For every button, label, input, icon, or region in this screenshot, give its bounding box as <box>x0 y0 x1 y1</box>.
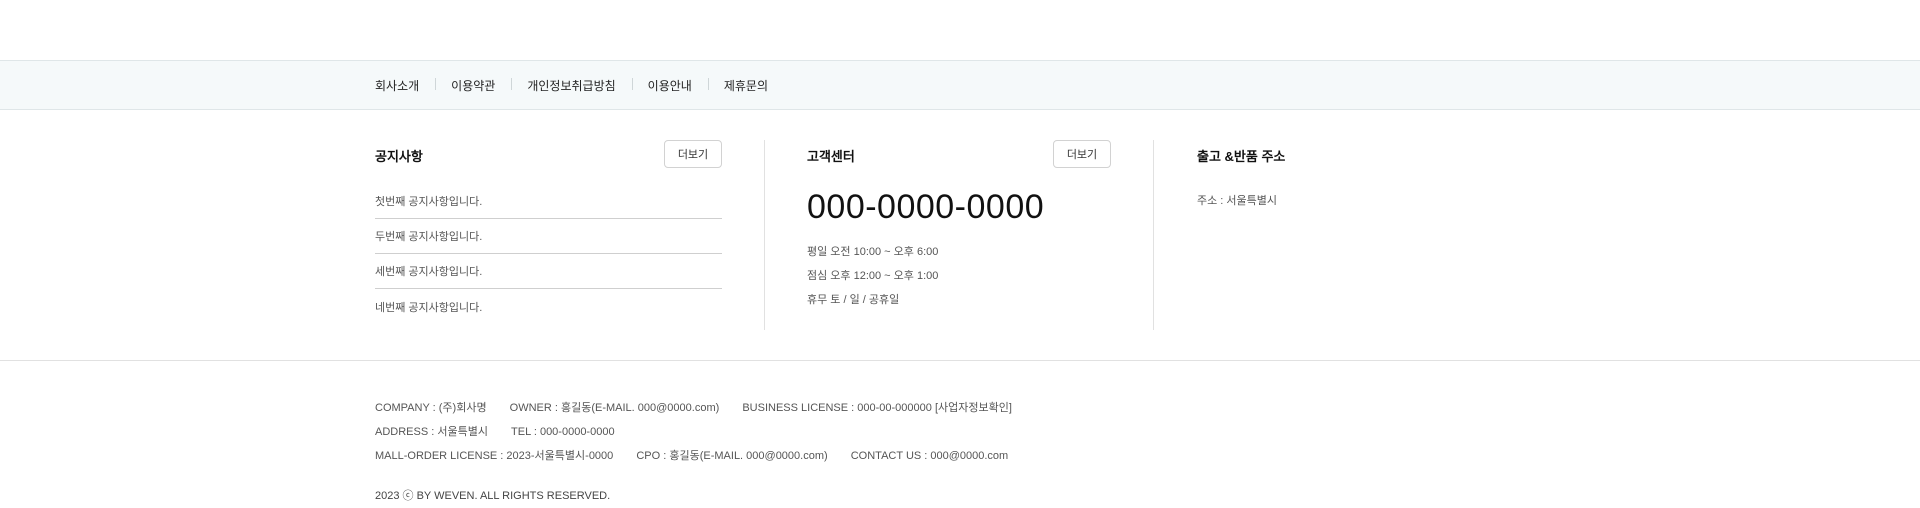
notice-title: 공지사항 <box>375 149 423 164</box>
company-cpo: CPO : 홍길동(E-MAIL. 000@0000.com) <box>636 450 828 462</box>
nav-link-company-intro[interactable]: 회사소개 <box>375 77 435 94</box>
company-owner: OWNER : 홍길동(E-MAIL. 000@0000.com) <box>509 402 720 414</box>
company-info-line-2: ADDRESS : 서울특별시 TEL : 000-0000-0000 <box>375 420 1032 444</box>
notice-item[interactable]: 두번째 공지사항입니다. <box>375 219 722 254</box>
company-info-line-3: MALL-ORDER LICENSE : 2023-서울특별시-0000 CPO… <box>375 444 1032 468</box>
column-divider <box>1153 140 1154 330</box>
return-address-title: 출고 &반품 주소 <box>1197 149 1286 164</box>
customer-center-phone: 000-0000-0000 <box>807 188 1045 226</box>
top-blank-area <box>0 0 1920 60</box>
footer-info-area: 공지사항 더보기 첫번째 공지사항입니다. 두번째 공지사항입니다. 세번째 공… <box>0 110 1920 360</box>
customer-center-title: 고객센터 <box>807 149 855 164</box>
return-address-text: 주소 : 서울특별시 <box>1197 195 1278 207</box>
notice-more-button[interactable]: 더보기 <box>664 140 722 168</box>
company-info: COMPANY : (주)회사명 OWNER : 홍길동(E-MAIL. 000… <box>375 396 1032 468</box>
company-contact: CONTACT US : 000@0000.com <box>850 450 1009 462</box>
footer-nav-links: 회사소개 이용약관 개인정보취급방침 이용안내 제휴문의 <box>375 61 784 109</box>
company-name: COMPANY : (주)회사명 <box>375 402 487 414</box>
footer-divider <box>0 360 1920 361</box>
nav-link-partnership[interactable]: 제휴문의 <box>707 77 784 94</box>
nav-link-usage-guide[interactable]: 이용안내 <box>631 77 708 94</box>
mall-order-license: MALL-ORDER LICENSE : 2023-서울특별시-0000 <box>375 450 614 462</box>
nav-link-privacy-policy[interactable]: 개인정보취급방침 <box>511 77 631 94</box>
customer-center-more-button[interactable]: 더보기 <box>1053 140 1111 168</box>
business-license[interactable]: BUSINESS LICENSE : 000-00-000000 [사업자정보확… <box>742 402 1012 414</box>
copyright-text: 2023 ⓒ BY WEVEN. ALL RIGHTS RESERVED. <box>375 490 611 502</box>
hours-lunch: 점심 오후 12:00 ~ 오후 1:00 <box>807 270 939 282</box>
notice-item[interactable]: 첫번째 공지사항입니다. <box>375 184 722 219</box>
notice-list: 첫번째 공지사항입니다. 두번째 공지사항입니다. 세번째 공지사항입니다. 네… <box>375 184 722 324</box>
notice-item[interactable]: 세번째 공지사항입니다. <box>375 254 722 289</box>
company-info-line-1: COMPANY : (주)회사명 OWNER : 홍길동(E-MAIL. 000… <box>375 396 1032 420</box>
hours-weekday: 평일 오전 10:00 ~ 오후 6:00 <box>807 246 939 258</box>
company-tel: TEL : 000-0000-0000 <box>511 426 615 438</box>
company-address: ADDRESS : 서울특별시 <box>375 426 488 438</box>
footer-nav: 회사소개 이용약관 개인정보취급방침 이용안내 제휴문의 <box>0 60 1920 110</box>
customer-center-hours: 평일 오전 10:00 ~ 오후 6:00 점심 오후 12:00 ~ 오후 1… <box>807 240 938 312</box>
hours-closed: 휴무 토 / 일 / 공휴일 <box>807 294 900 306</box>
column-divider <box>764 140 765 330</box>
nav-link-terms[interactable]: 이용약관 <box>435 77 511 94</box>
notice-item[interactable]: 네번째 공지사항입니다. <box>375 289 722 324</box>
